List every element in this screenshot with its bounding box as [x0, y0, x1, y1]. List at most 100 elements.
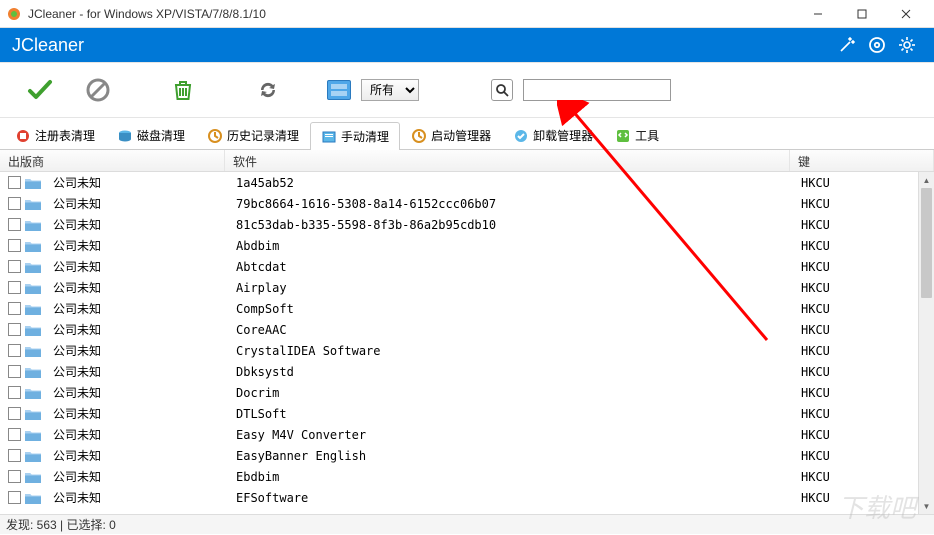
block-button[interactable]	[72, 71, 124, 109]
table-row[interactable]: 公司未知81c53dab-b335-5598-8f3b-86a2b95cdb10…	[0, 214, 918, 235]
table-row[interactable]: 公司未知AirplayHKCU	[0, 277, 918, 298]
folder-icon	[25, 198, 41, 210]
column-key[interactable]: 键	[790, 150, 934, 171]
minimize-button[interactable]	[796, 0, 840, 28]
cell-software: Abtcdat	[228, 260, 793, 274]
table-row[interactable]: 公司未知1a45ab52HKCU	[0, 172, 918, 193]
cell-publisher: 公司未知	[45, 384, 228, 401]
cell-key: HKCU	[793, 281, 918, 295]
tab-disk[interactable]: 磁盘清理	[106, 121, 196, 149]
row-checkbox[interactable]	[8, 365, 21, 378]
row-checkbox[interactable]	[8, 449, 21, 462]
folder-icon	[25, 240, 41, 252]
tab-label: 历史记录清理	[227, 127, 299, 144]
row-checkbox[interactable]	[8, 386, 21, 399]
gear-icon[interactable]	[892, 30, 922, 60]
table-row[interactable]: 公司未知DTLSoftHKCU	[0, 403, 918, 424]
column-software[interactable]: 软件	[225, 150, 790, 171]
cell-key: HKCU	[793, 239, 918, 253]
table-row[interactable]: 公司未知DocrimHKCU	[0, 382, 918, 403]
cell-software: 81c53dab-b335-5598-8f3b-86a2b95cdb10	[228, 218, 793, 232]
table-row[interactable]: 公司未知AbtcdatHKCU	[0, 256, 918, 277]
tools-icon	[615, 128, 631, 144]
cell-software: 1a45ab52	[228, 176, 793, 190]
row-checkbox[interactable]	[8, 239, 21, 252]
column-publisher[interactable]: 出版商	[0, 150, 225, 171]
tab-tools[interactable]: 工具	[604, 121, 670, 149]
scroll-down-button[interactable]: ▼	[919, 498, 934, 514]
list-wrap: 公司未知1a45ab52HKCU公司未知79bc8664-1616-5308-8…	[0, 172, 934, 514]
table-row[interactable]: 公司未知CrystalIDEA SoftwareHKCU	[0, 340, 918, 361]
table-row[interactable]: 公司未知CoreAACHKCU	[0, 319, 918, 340]
row-checkbox[interactable]	[8, 428, 21, 441]
cell-publisher: 公司未知	[45, 321, 228, 338]
tab-label: 启动管理器	[431, 127, 491, 144]
toolbar: 所有	[0, 63, 934, 117]
wand-icon[interactable]	[832, 30, 862, 60]
status-text: 发现: 563 | 已选择: 0	[6, 516, 116, 533]
row-checkbox[interactable]	[8, 260, 21, 273]
refresh-button[interactable]	[242, 71, 294, 109]
cell-software: Ebdbim	[228, 470, 793, 484]
trash-button[interactable]	[157, 71, 209, 109]
scrollbar[interactable]: ▲ ▼	[918, 172, 934, 514]
table-row[interactable]: 公司未知EbdbimHKCU	[0, 466, 918, 487]
cell-software: 79bc8664-1616-5308-8a14-6152ccc06b07	[228, 197, 793, 211]
cell-key: HKCU	[793, 323, 918, 337]
row-checkbox[interactable]	[8, 491, 21, 504]
cell-key: HKCU	[793, 260, 918, 274]
filter-dropdown[interactable]: 所有	[361, 79, 419, 101]
row-checkbox[interactable]	[8, 407, 21, 420]
tab-label: 磁盘清理	[137, 127, 185, 144]
maximize-button[interactable]	[840, 0, 884, 28]
tab-manual[interactable]: 手动清理	[310, 122, 400, 150]
row-checkbox[interactable]	[8, 302, 21, 315]
tab-startup[interactable]: 启动管理器	[400, 121, 502, 149]
search-button[interactable]	[491, 79, 513, 101]
cell-software: Dbksystd	[228, 365, 793, 379]
tab-history[interactable]: 历史记录清理	[196, 121, 310, 149]
scroll-up-button[interactable]: ▲	[919, 172, 934, 188]
folder-icon	[25, 303, 41, 315]
search-input[interactable]	[523, 79, 671, 101]
cell-software: CoreAAC	[228, 323, 793, 337]
scroll-thumb[interactable]	[921, 188, 932, 298]
tab-registry[interactable]: 注册表清理	[4, 121, 106, 149]
row-checkbox[interactable]	[8, 197, 21, 210]
tab-label: 注册表清理	[35, 127, 95, 144]
check-button[interactable]	[14, 71, 66, 109]
table-row[interactable]: 公司未知DbksystdHKCU	[0, 361, 918, 382]
table-row[interactable]: 公司未知Easy M4V ConverterHKCU	[0, 424, 918, 445]
folder-icon	[25, 387, 41, 399]
row-checkbox[interactable]	[8, 344, 21, 357]
cell-publisher: 公司未知	[45, 342, 228, 359]
row-checkbox[interactable]	[8, 323, 21, 336]
row-checkbox[interactable]	[8, 176, 21, 189]
entry-list[interactable]: 公司未知1a45ab52HKCU公司未知79bc8664-1616-5308-8…	[0, 172, 918, 514]
brand-bar: JCleaner	[0, 28, 934, 62]
cell-publisher: 公司未知	[45, 363, 228, 380]
folder-icon	[25, 471, 41, 483]
tab-uninstall[interactable]: 卸载管理器	[502, 121, 604, 149]
table-row[interactable]: 公司未知EFSoftwareHKCU	[0, 487, 918, 508]
row-checkbox[interactable]	[8, 470, 21, 483]
cell-key: HKCU	[793, 470, 918, 484]
table-row[interactable]: 公司未知EasyBanner EnglishHKCU	[0, 445, 918, 466]
close-button[interactable]	[884, 0, 928, 28]
cell-key: HKCU	[793, 218, 918, 232]
help-icon[interactable]	[862, 30, 892, 60]
table-row[interactable]: 公司未知79bc8664-1616-5308-8a14-6152ccc06b07…	[0, 193, 918, 214]
row-checkbox[interactable]	[8, 281, 21, 294]
window-title: JCleaner - for Windows XP/VISTA/7/8/8.1/…	[28, 7, 796, 21]
table-row[interactable]: 公司未知CompSoftHKCU	[0, 298, 918, 319]
row-checkbox[interactable]	[8, 218, 21, 231]
cell-key: HKCU	[793, 407, 918, 421]
folder-icon	[25, 219, 41, 231]
folder-icon	[25, 492, 41, 504]
cell-publisher: 公司未知	[45, 216, 228, 233]
cell-software: Airplay	[228, 281, 793, 295]
cell-publisher: 公司未知	[45, 195, 228, 212]
cell-software: CompSoft	[228, 302, 793, 316]
cell-publisher: 公司未知	[45, 279, 228, 296]
table-row[interactable]: 公司未知AbdbimHKCU	[0, 235, 918, 256]
